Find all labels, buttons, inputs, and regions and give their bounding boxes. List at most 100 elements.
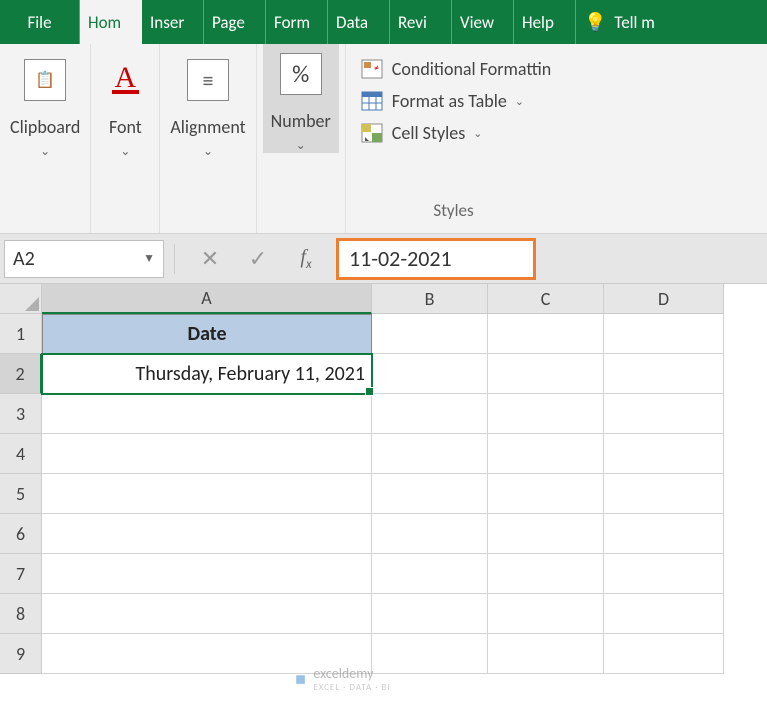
select-all-corner[interactable] [0,284,42,314]
cell-c1[interactable] [488,314,604,354]
fx-icon: fx [300,246,311,272]
cell-b7[interactable] [372,554,488,594]
formula-value: 11-02-2021 [349,245,452,272]
col-header-a[interactable]: A [42,284,372,314]
chevron-down-icon: ⌄ [40,144,50,159]
styles-group-label: Styles [433,200,473,225]
watermark-tagline: EXCEL · DATA · BI [313,682,390,693]
tab-view[interactable]: View [452,0,514,44]
row-header-3[interactable]: 3 [0,394,42,434]
ribbon-group-alignment: ≡ Alignment ⌄ [160,44,256,233]
cell-a5[interactable] [42,474,372,514]
tab-review[interactable]: Revi [390,0,452,44]
cell-c8[interactable] [488,594,604,634]
cell-a7[interactable] [42,554,372,594]
tab-insert[interactable]: Inser [142,0,204,44]
name-box[interactable]: A2 ▼ [4,240,164,278]
row-header-4[interactable]: 4 [0,434,42,474]
tab-file[interactable]: File [0,0,80,44]
cell-d9[interactable] [604,634,724,674]
cell-a3[interactable] [42,394,372,434]
cell-d2[interactable] [604,354,724,394]
cell-b1[interactable] [372,314,488,354]
format-as-table-label: Format as Table [392,90,507,112]
chevron-down-icon: ⌄ [473,127,482,140]
tell-me-label: Tell m [614,12,654,33]
row-header-8[interactable]: 8 [0,594,42,634]
row-header-2[interactable]: 2 [0,354,42,394]
conditional-formatting-button[interactable]: ≠ Conditional Formattin [356,56,555,82]
cell-c2[interactable] [488,354,604,394]
chevron-down-icon: ⌄ [203,144,213,159]
cell-d5[interactable] [604,474,724,514]
tab-help[interactable]: Help [514,0,576,44]
row-header-7[interactable]: 7 [0,554,42,594]
cell-c6[interactable] [488,514,604,554]
cell-styles-icon [360,122,384,144]
number-button[interactable]: % Number ⌄ [263,44,339,153]
row-header-6[interactable]: 6 [0,514,42,554]
col-header-b[interactable]: B [372,284,488,314]
chevron-down-icon: ⌄ [296,138,306,153]
insert-function-button[interactable]: fx [284,240,328,278]
formula-input[interactable]: 11-02-2021 [336,238,536,280]
tab-home[interactable]: Hom [80,0,142,44]
cell-d4[interactable] [604,434,724,474]
col-header-c[interactable]: C [488,284,604,314]
x-icon: ✕ [201,245,219,272]
bulb-icon: 💡 [584,11,606,33]
tab-page-layout[interactable]: Page [204,0,266,44]
cell-c5[interactable] [488,474,604,514]
ribbon-group-font: A Font ⌄ [91,44,160,233]
cell-c7[interactable] [488,554,604,594]
cell-b5[interactable] [372,474,488,514]
ribbon-group-clipboard: 📋 Clipboard ⌄ [0,44,91,233]
clipboard-button[interactable]: 📋 Clipboard ⌄ [10,50,80,159]
col-header-d[interactable]: D [604,284,724,314]
cell-d8[interactable] [604,594,724,634]
cell-c4[interactable] [488,434,604,474]
svg-text:≠: ≠ [374,61,379,74]
ribbon: 📋 Clipboard ⌄ A Font ⌄ ≡ Alignment ⌄ % N… [0,44,767,234]
cell-a6[interactable] [42,514,372,554]
separator [174,244,178,274]
row-header-9[interactable]: 9 [0,634,42,674]
cell-a2[interactable]: Thursday, February 11, 2021 [42,354,372,394]
alignment-button[interactable]: ≡ Alignment ⌄ [170,50,245,159]
cell-styles-label: Cell Styles [392,122,465,144]
cell-b4[interactable] [372,434,488,474]
conditional-formatting-label: Conditional Formattin [392,58,551,80]
cell-a1[interactable]: Date [42,314,372,354]
cell-b8[interactable] [372,594,488,634]
cell-a4[interactable] [42,434,372,474]
cell-b2[interactable] [372,354,488,394]
format-as-table-icon [360,90,384,112]
tab-data[interactable]: Data [328,0,390,44]
cell-c9[interactable] [488,634,604,674]
cell-a8[interactable] [42,594,372,634]
chevron-down-icon: ▼ [143,251,155,266]
number-label: Number [271,110,331,132]
watermark-name: exceldemy [313,665,390,682]
row-header-1[interactable]: 1 [0,314,42,354]
cell-b6[interactable] [372,514,488,554]
alignment-icon: ≡ [187,59,229,101]
row-header-5[interactable]: 5 [0,474,42,514]
enter-button[interactable]: ✓ [236,240,280,278]
cell-styles-button[interactable]: Cell Styles ⌄ [356,120,487,146]
tell-me[interactable]: 💡 Tell m [576,0,767,44]
cancel-button[interactable]: ✕ [188,240,232,278]
cell-d1[interactable] [604,314,724,354]
font-button[interactable]: A Font ⌄ [101,50,149,159]
font-icon: A [112,66,140,94]
tab-formulas[interactable]: Form [266,0,328,44]
cell-d7[interactable] [604,554,724,594]
alignment-label: Alignment [170,116,245,138]
cell-b3[interactable] [372,394,488,434]
font-label: Font [109,116,142,138]
cell-c3[interactable] [488,394,604,434]
format-as-table-button[interactable]: Format as Table ⌄ [356,88,528,114]
check-icon: ✓ [249,245,267,272]
cell-d3[interactable] [604,394,724,434]
cell-d6[interactable] [604,514,724,554]
